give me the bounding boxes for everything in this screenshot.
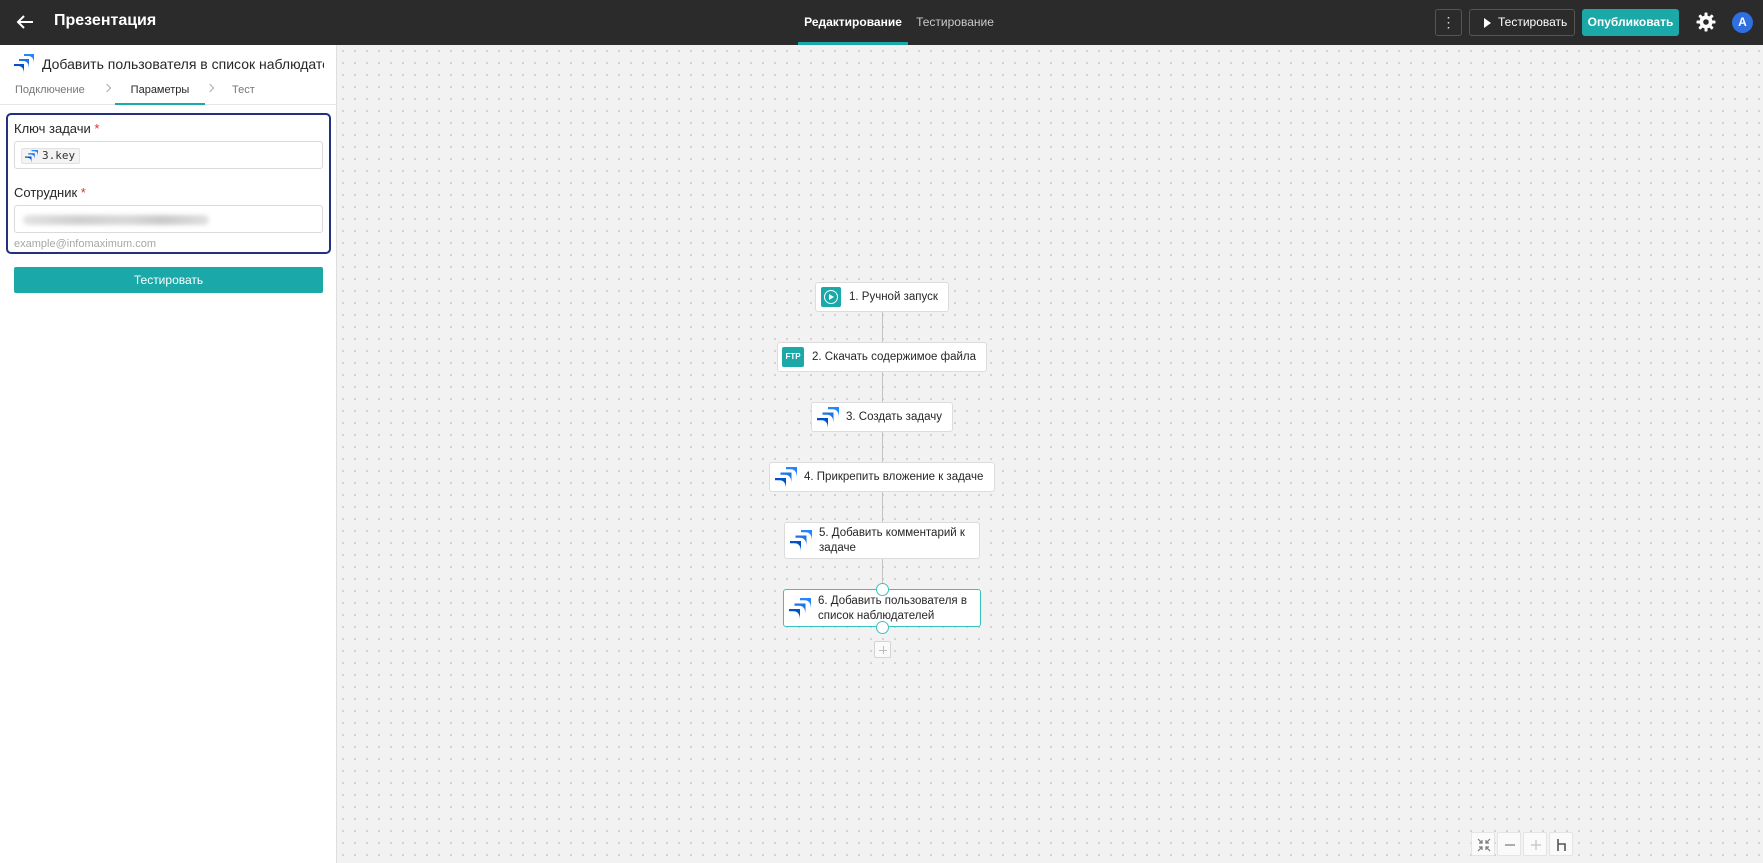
- more-menu-button[interactable]: ⋮: [1435, 9, 1462, 36]
- flow-node-label: 5. Добавить комментарий к задаче: [819, 526, 965, 556]
- jira-icon: [789, 598, 811, 620]
- flow-node-label: 4. Прикрепить вложение к задаче: [804, 471, 984, 483]
- jira-icon: [25, 150, 38, 163]
- gear-icon[interactable]: [1696, 12, 1716, 32]
- variable-chip-text: 3.key: [42, 149, 76, 162]
- auto-layout-button[interactable]: [1549, 832, 1573, 856]
- plus-icon: [1531, 840, 1541, 850]
- flow-node-label-line2: список наблюдателей: [818, 610, 935, 622]
- flow-node-label-line1: 6. Добавить пользователя в: [818, 595, 967, 607]
- chevron-right-icon: [102, 83, 112, 93]
- input-handle[interactable]: [876, 583, 889, 596]
- jira-icon: [775, 467, 797, 489]
- play-icon: [1484, 18, 1491, 28]
- employee-field[interactable]: [14, 205, 323, 233]
- run-test-label: Тестировать: [1498, 15, 1568, 29]
- jira-icon: [14, 54, 34, 74]
- task-key-field[interactable]: 3.key: [14, 141, 323, 169]
- variable-chip[interactable]: 3.key: [21, 148, 81, 164]
- zoom-in-button[interactable]: [1523, 832, 1547, 856]
- task-key-label-text: Ключ задачи: [14, 121, 91, 136]
- employee-hint: example@infomaximum.com: [14, 238, 156, 250]
- back-arrow-icon[interactable]: [14, 11, 36, 33]
- test-step-button[interactable]: Тестировать: [14, 267, 323, 293]
- panel-header: Добавить пользователя в список наблюдате…: [14, 53, 324, 75]
- panel-title: Добавить пользователя в список наблюдате…: [42, 56, 324, 72]
- step-test[interactable]: Тест: [232, 81, 255, 105]
- blurred-value: [23, 215, 209, 225]
- step-parameters[interactable]: Параметры: [115, 81, 205, 105]
- flow-node-3[interactable]: 3. Создать задачу: [811, 402, 953, 432]
- layout-icon: [1557, 839, 1566, 851]
- required-mark: *: [94, 121, 100, 136]
- jira-icon: [790, 530, 812, 552]
- step-connection[interactable]: Подключение: [15, 81, 85, 105]
- output-handle[interactable]: [876, 621, 889, 634]
- flow-node-label: 6. Добавить пользователя в список наблюд…: [818, 594, 967, 624]
- chevron-right-icon: [205, 83, 215, 93]
- tab-editing[interactable]: Редактирование: [798, 0, 908, 45]
- flow-node-label: 2. Скачать содержимое файла: [812, 351, 977, 363]
- task-key-label: Ключ задачи *: [14, 121, 99, 136]
- run-test-button[interactable]: Тестировать: [1469, 9, 1575, 36]
- flow-node-4[interactable]: 4. Прикрепить вложение к задаче: [769, 462, 995, 492]
- employee-label: Сотрудник *: [14, 185, 86, 200]
- required-mark: *: [80, 185, 86, 200]
- step-breadcrumb: Подключение Параметры Тест: [0, 81, 337, 105]
- jira-icon: [817, 407, 839, 429]
- app-title: Презентация: [54, 12, 157, 29]
- employee-label-text: Сотрудник: [14, 185, 78, 200]
- zoom-out-button[interactable]: [1497, 832, 1521, 856]
- step-settings-panel: Добавить пользователя в список наблюдате…: [0, 45, 337, 863]
- top-bar: Презентация Редактирование Тестирование …: [0, 0, 1763, 45]
- publish-button[interactable]: Опубликовать: [1582, 9, 1679, 36]
- flow-node-label: 1. Ручной запуск: [849, 291, 938, 303]
- flow-node-5[interactable]: 5. Добавить комментарий к задаче: [784, 522, 980, 559]
- tab-testing[interactable]: Тестирование: [912, 0, 998, 45]
- flow-node-label: 3. Создать задачу: [846, 411, 942, 423]
- flow-node-2[interactable]: FTP 2. Скачать содержимое файла: [777, 342, 987, 372]
- collapse-icon: [1477, 838, 1491, 852]
- ftp-icon: FTP: [782, 347, 804, 367]
- fit-view-button[interactable]: [1471, 832, 1495, 856]
- play-circle-icon: [821, 287, 841, 307]
- avatar[interactable]: A: [1732, 12, 1753, 33]
- flow-node-label-line2: задаче: [819, 542, 856, 554]
- workflow-canvas[interactable]: 1. Ручной запуск FTP 2. Скачать содержим…: [337, 45, 1763, 863]
- minus-icon: [1505, 844, 1515, 846]
- add-step-button[interactable]: [874, 641, 891, 658]
- flow-node-label-line1: 5. Добавить комментарий к: [819, 527, 965, 539]
- flow-node-1[interactable]: 1. Ручной запуск: [815, 282, 949, 312]
